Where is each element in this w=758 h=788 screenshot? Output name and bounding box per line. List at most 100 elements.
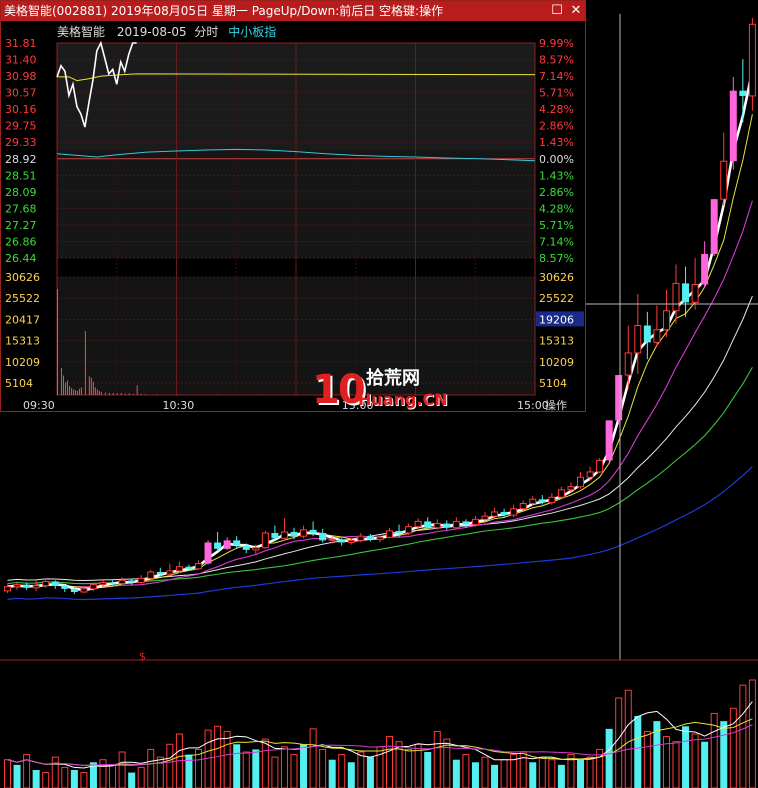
- volume-bar: [481, 756, 489, 788]
- candle-body: [529, 498, 537, 505]
- volume-bar: [319, 748, 327, 788]
- candle-body: [414, 520, 422, 528]
- volume-bar: [405, 748, 413, 788]
- candle-body: [643, 325, 651, 343]
- candle-body: [290, 531, 298, 537]
- volume-bar: [586, 756, 594, 788]
- volume-bar: [99, 759, 107, 788]
- volume-bar: [634, 716, 642, 788]
- candle-body: [13, 584, 21, 588]
- volume-bar: [672, 741, 680, 788]
- candle-body: [175, 566, 183, 572]
- pct-tick-label: 9.99%: [539, 37, 574, 50]
- volume-bar: [357, 751, 365, 788]
- candle-body: [471, 518, 479, 526]
- candle-body: [586, 471, 594, 478]
- volume-bar: [682, 726, 690, 788]
- candle-body: [319, 533, 327, 541]
- price-tick-label: 28.51: [5, 169, 37, 182]
- candle-body: [748, 23, 756, 97]
- candle-body: [720, 160, 728, 200]
- popup-titlebar[interactable]: 美格智能(002881) 2019年08月05日 星期一 PageUp/Down…: [1, 1, 585, 21]
- candle-body: [166, 570, 174, 575]
- volume-bar: [471, 762, 479, 788]
- candle-body: [682, 283, 690, 303]
- candle-body: [4, 586, 11, 592]
- volume-bar: [4, 759, 11, 788]
- pct-tick-label: 1.43%: [539, 169, 574, 182]
- candle-body: [672, 282, 680, 312]
- pct-tick-label: 8.57%: [539, 54, 574, 67]
- candle-body: [42, 580, 50, 587]
- dividend-marker-icon[interactable]: $: [139, 650, 146, 663]
- candle-body: [338, 539, 346, 543]
- volume-bar: [13, 764, 21, 788]
- volume-tick-label: 25522: [5, 292, 40, 305]
- candle-body: [99, 582, 107, 586]
- candle-body: [615, 375, 623, 421]
- candle-body: [634, 325, 642, 354]
- volume-bar: [748, 679, 756, 788]
- volume-bar: [233, 744, 241, 788]
- volume-bar: [185, 754, 193, 788]
- candle-body: [128, 580, 136, 583]
- candle-body: [89, 584, 97, 590]
- volume-bar: [338, 754, 346, 788]
- volume-bar: [271, 756, 279, 788]
- volume-bar: [252, 749, 260, 788]
- candle-body: [605, 420, 613, 461]
- watermark-logo: 10 拾荒网 Huang.CN: [312, 367, 448, 413]
- pct-tick-label: 5.71%: [539, 87, 574, 100]
- price-tick-label: 28.92: [5, 153, 37, 166]
- volume-bar: [538, 756, 546, 788]
- candle-body: [548, 496, 556, 503]
- candle-body: [366, 536, 374, 540]
- candle-body: [357, 535, 365, 541]
- candle-body: [185, 566, 193, 569]
- volume-bar: [118, 751, 126, 788]
- volume-bar: [166, 743, 174, 788]
- volume-bar: [386, 736, 393, 788]
- pct-tick-label: 7.14%: [539, 70, 574, 83]
- candle-body: [233, 540, 241, 546]
- volume-bar: [577, 759, 584, 788]
- time-tick-label: 09:30: [23, 399, 55, 411]
- candle-body: [691, 283, 699, 303]
- pct-tick-label: 7.14%: [539, 235, 574, 248]
- volume-bar: [242, 751, 250, 788]
- candle-body: [300, 529, 308, 537]
- candle-body: [491, 511, 499, 517]
- volume-bar: [452, 759, 460, 788]
- candle-body: [204, 542, 212, 564]
- restore-icon[interactable]: ☐: [549, 2, 565, 19]
- volume-tick-label-right: 25522: [539, 292, 574, 305]
- candle-body: [729, 90, 737, 162]
- volume-bar: [720, 721, 728, 788]
- candle-body: [309, 529, 317, 534]
- candle-body: [653, 329, 661, 343]
- candle-body: [710, 199, 718, 254]
- candle-body: [214, 542, 222, 549]
- volume-tick-label-right: 15313: [539, 335, 574, 348]
- volume-bar: [376, 746, 384, 788]
- volume-bar: [300, 744, 308, 788]
- candle-body: [395, 530, 403, 534]
- volume-tick-label: 10209: [5, 356, 40, 369]
- volume-bar: [223, 730, 231, 788]
- volume-bar: [261, 738, 269, 788]
- volume-bar: [557, 764, 565, 788]
- volume-bar: [290, 754, 298, 788]
- candle-body: [386, 530, 393, 538]
- candle-body: [500, 511, 508, 516]
- candle-body: [519, 503, 527, 510]
- intraday-chart[interactable]: 31.81 9.99% 31.40 8.57% 30.98 7.14% 30.57 5.71%…: [1, 21, 585, 411]
- close-icon[interactable]: ✕: [568, 2, 584, 19]
- intraday-popup-window[interactable]: 美格智能(002881) 2019年08月05日 星期一 PageUp/Down…: [0, 0, 586, 412]
- pct-tick-label: 8.57%: [539, 252, 574, 265]
- volume-tick-label-right: 19206: [539, 313, 574, 326]
- volume-bar: [462, 754, 470, 788]
- candle-body: [23, 584, 31, 588]
- price-tick-label: 26.86: [5, 235, 37, 248]
- volume-bar: [615, 697, 623, 788]
- pct-tick-label: 2.86%: [539, 120, 574, 133]
